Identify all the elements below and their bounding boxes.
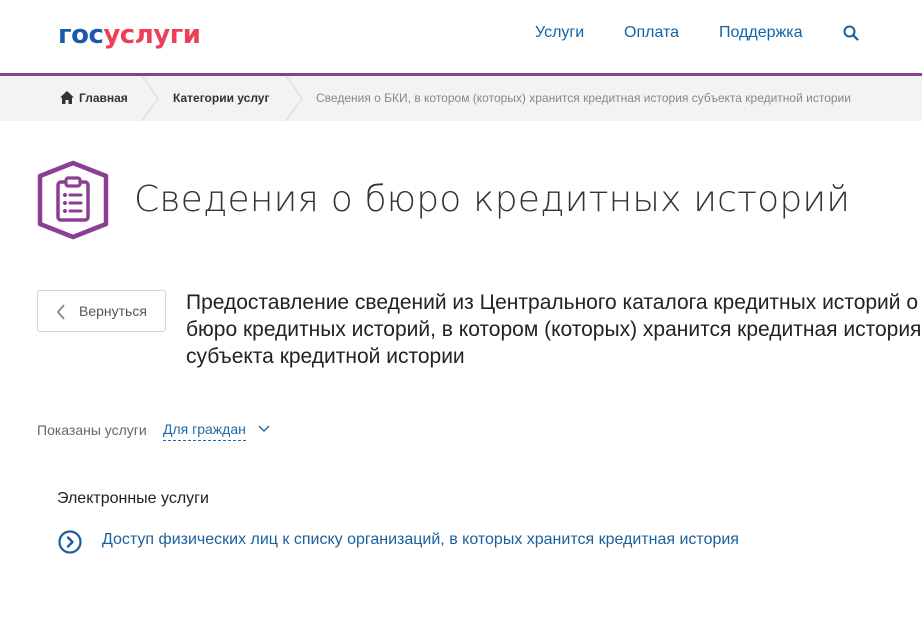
page-title: Сведения о бюро кредитных историй: [134, 179, 851, 220]
logo-part-uslugi: услуги: [103, 20, 201, 50]
back-button[interactable]: Вернуться: [37, 290, 166, 332]
breadcrumb-home[interactable]: Главная: [60, 76, 128, 121]
home-icon: [60, 91, 74, 104]
chevron-left-icon: [56, 304, 65, 320]
chevron-down-icon[interactable]: [258, 425, 270, 433]
site-header: госуслуги Услуги Оплата Поддержка: [0, 0, 922, 73]
logo-part-gos: гос: [58, 20, 104, 50]
breadcrumb-current: Сведения о БКИ, в котором (которых) хран…: [316, 91, 851, 105]
circle-arrow-right-icon[interactable]: [58, 530, 82, 554]
breadcrumb-separator-icon: [285, 76, 303, 121]
nav-payment[interactable]: Оплата: [624, 23, 679, 43]
breadcrumb-home-label: Главная: [79, 91, 128, 105]
search-icon[interactable]: [843, 25, 859, 41]
breadcrumb: Главная Категории услуг Сведения о БКИ, …: [0, 76, 922, 121]
service-link[interactable]: Доступ физических лиц к списку организац…: [102, 530, 739, 550]
breadcrumb-separator-icon: [141, 76, 159, 121]
section-title-electronic-services: Электронные услуги: [57, 490, 209, 507]
back-button-label: Вернуться: [79, 303, 147, 319]
clipboard-list-icon: [37, 160, 109, 240]
gosuslugi-logo[interactable]: госуслуги: [58, 20, 201, 50]
nav-support[interactable]: Поддержка: [719, 23, 802, 43]
nav-services[interactable]: Услуги: [535, 23, 584, 43]
breadcrumb-categories[interactable]: Категории услуг: [173, 76, 269, 121]
audience-select[interactable]: Для граждан: [163, 420, 246, 441]
service-heading: Предоставление сведений из Центрального …: [186, 291, 922, 368]
filter-label: Показаны услуги: [37, 422, 147, 438]
